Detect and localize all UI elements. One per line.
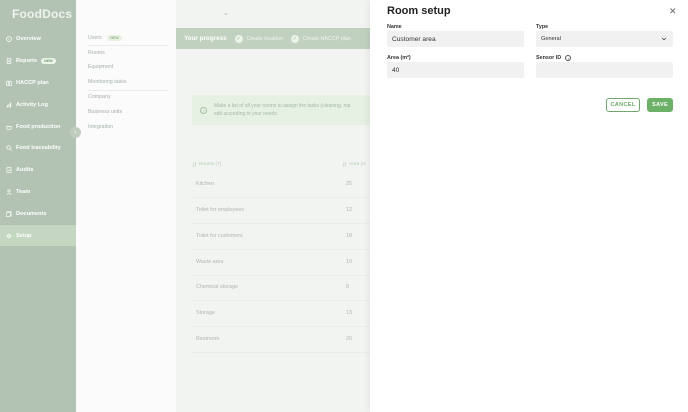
area-field[interactable]: 40 bbox=[387, 62, 524, 78]
panel-title: Room setup bbox=[387, 5, 451, 17]
cancel-button[interactable]: CANCEL bbox=[606, 98, 640, 112]
area-label: Area (m²) bbox=[387, 55, 411, 61]
sensor-id-field[interactable] bbox=[536, 62, 673, 78]
type-select[interactable]: General bbox=[536, 31, 673, 47]
sensor-id-label: Sensor ID i bbox=[536, 55, 572, 61]
save-button[interactable]: SAVE bbox=[647, 98, 673, 112]
sensor-id-label-text: Sensor ID bbox=[536, 55, 562, 61]
room-setup-panel: Room setup ✕ Name Customer area Type Gen… bbox=[370, 0, 688, 412]
name-label: Name bbox=[387, 24, 402, 30]
modal-overlay[interactable] bbox=[0, 0, 370, 412]
type-label: Type bbox=[536, 24, 549, 30]
chevron-down-icon bbox=[661, 37, 667, 41]
info-icon[interactable]: i bbox=[565, 55, 572, 61]
close-icon[interactable]: ✕ bbox=[669, 6, 677, 17]
name-field[interactable]: Customer area bbox=[387, 31, 524, 47]
type-select-value: General bbox=[541, 36, 561, 42]
